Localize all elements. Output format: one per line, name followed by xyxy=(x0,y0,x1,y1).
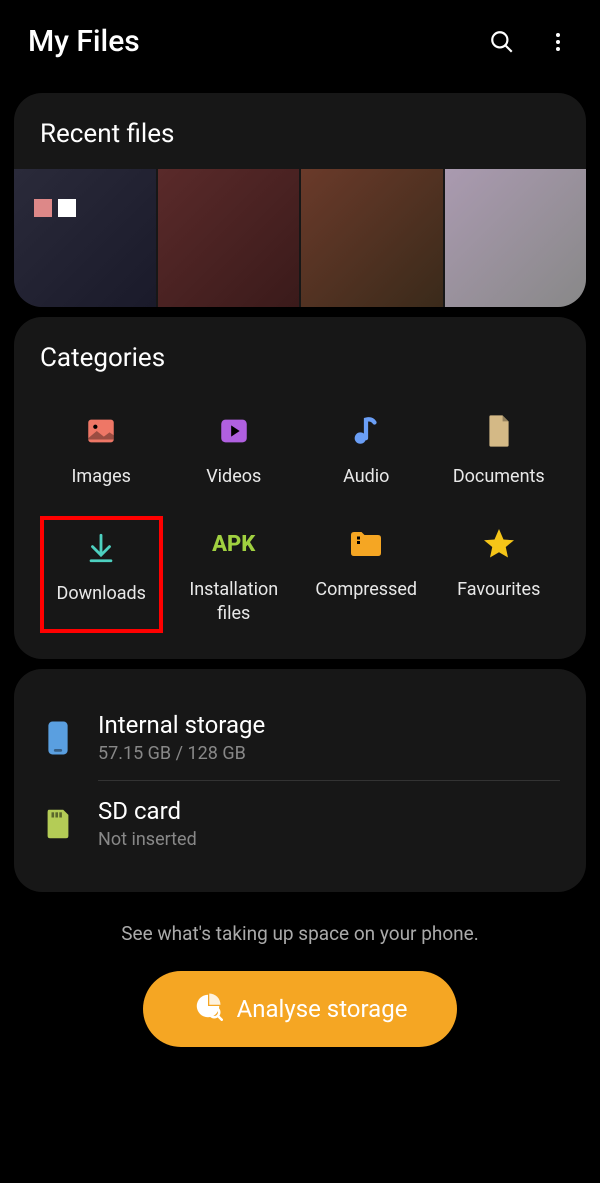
category-label: Favourites xyxy=(457,578,540,601)
download-icon xyxy=(81,528,121,568)
category-label: Compressed xyxy=(315,578,417,601)
category-audio[interactable]: Audio xyxy=(305,403,428,496)
category-installation[interactable]: APK Installation files xyxy=(173,516,296,633)
category-compressed[interactable]: Compressed xyxy=(305,516,428,633)
category-label: Installation files xyxy=(173,578,296,625)
category-label: Videos xyxy=(206,465,261,488)
search-icon[interactable] xyxy=(488,28,516,56)
apk-icon: APK xyxy=(214,524,254,564)
category-documents[interactable]: Documents xyxy=(438,403,561,496)
category-label: Downloads xyxy=(57,582,146,605)
storage-card: Internal storage 57.15 GB / 128 GB SD ca… xyxy=(14,669,586,892)
recent-thumb[interactable] xyxy=(14,169,156,307)
category-label: Images xyxy=(72,465,131,488)
storage-internal[interactable]: Internal storage 57.15 GB / 128 GB xyxy=(40,695,560,780)
sdcard-icon xyxy=(40,806,76,842)
storage-sub: 57.15 GB / 128 GB xyxy=(98,743,560,764)
recent-thumb[interactable] xyxy=(445,169,587,307)
image-icon xyxy=(81,411,121,451)
storage-name: Internal storage xyxy=(98,711,560,739)
storage-sdcard[interactable]: SD card Not inserted xyxy=(40,781,560,866)
compressed-icon xyxy=(346,524,386,564)
category-label: Audio xyxy=(343,465,389,488)
storage-sub: Not inserted xyxy=(98,829,560,850)
analyse-button[interactable]: Analyse storage xyxy=(143,971,458,1047)
storage-name: SD card xyxy=(98,797,560,825)
category-downloads[interactable]: Downloads xyxy=(40,516,163,633)
recent-files-card: Recent files xyxy=(14,93,586,307)
video-icon xyxy=(214,411,254,451)
star-icon xyxy=(479,524,519,564)
categories-card: Categories Images Videos Audio Documents xyxy=(14,317,586,659)
category-images[interactable]: Images xyxy=(40,403,163,496)
categories-title: Categories xyxy=(40,343,560,373)
category-label: Documents xyxy=(453,465,545,488)
analyse-label: Analyse storage xyxy=(237,995,408,1023)
audio-icon xyxy=(346,411,386,451)
recent-thumb[interactable] xyxy=(158,169,300,307)
category-favourites[interactable]: Favourites xyxy=(438,516,561,633)
recent-thumb[interactable] xyxy=(301,169,443,307)
page-title: My Files xyxy=(28,24,488,59)
pie-icon xyxy=(193,991,223,1027)
recent-title: Recent files xyxy=(40,119,560,149)
footer-text: See what's taking up space on your phone… xyxy=(0,922,600,945)
more-icon[interactable] xyxy=(544,28,572,56)
category-videos[interactable]: Videos xyxy=(173,403,296,496)
document-icon xyxy=(479,411,519,451)
phone-icon xyxy=(40,720,76,756)
